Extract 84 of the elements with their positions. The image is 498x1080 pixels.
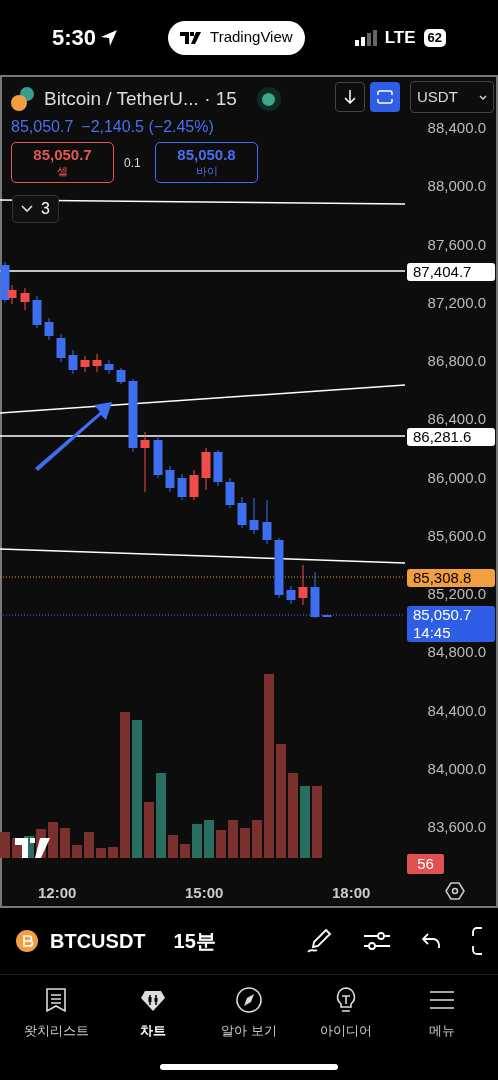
price-label: 86,000.0 [427,469,486,485]
interval-button[interactable]: 15분 [173,926,216,956]
logo-icon [15,838,50,858]
pen-icon[interactable] [306,928,332,954]
indicators-toggle[interactable]: 3 [12,195,59,223]
watchlist-icon [43,987,69,1013]
nav-tab[interactable]: 차트 [112,987,193,1041]
candle [189,469,199,501]
caret-icon [21,205,33,213]
candle [237,496,247,529]
price-label: 86,800.0 [427,353,486,368]
candle [213,449,223,487]
price-tag: 85,050.7 14:45 [407,606,495,642]
price-label: 87,200.0 [427,294,486,310]
undo-icon[interactable] [422,933,440,949]
nav-tab[interactable]: 아이디어 [305,987,386,1041]
symbol-title[interactable]: Bitcoin / TetherU... · 15 [44,85,237,114]
nav-tab[interactable]: 알아 보기 [209,987,289,1041]
status-time: 5:30 [52,24,97,52]
candle [262,499,272,545]
compass-icon [236,987,262,1013]
price-label: 84,400.0 [427,702,486,718]
time-label: 15:00 [185,885,224,900]
bitcoin-icon [16,930,38,952]
candle [286,585,296,605]
time-label: 18:00 [332,885,371,900]
candle [249,497,259,535]
candle [165,465,175,493]
candle [56,333,66,363]
price-label: 88,400.0 [427,120,486,135]
nav-tab[interactable]: 메뉴 [402,987,482,1041]
last-price: 85,050.7 [11,117,74,137]
price-change: −2,140.5 (−2.45%) [81,117,214,137]
spread-value: 0.1 [124,155,141,172]
candle [274,537,284,599]
candle [92,353,102,373]
candle [153,435,163,479]
price-label: 84,000.0 [427,760,486,776]
nav-tab[interactable]: 왓치리스트 [16,987,96,1041]
candle [20,287,30,311]
candle [104,359,114,375]
download-icon [344,90,356,104]
download-button[interactable] [335,82,365,112]
symbol-button[interactable]: BTCUSDT [50,926,146,956]
buy-button[interactable]: 85,050.8 바이 [155,142,258,183]
battery-icon: 62 [423,28,446,47]
price-tag: 86,281.6 [407,428,495,446]
candle [44,317,54,341]
candle [80,355,90,373]
candle [32,295,42,329]
price-label: 85,200.0 [427,586,486,601]
volume-tag: 56 [407,854,444,874]
price-label: 83,600.0 [427,819,486,834]
price-tag: 85,308.8 [407,569,495,587]
caret-icon [479,94,487,100]
candle [310,571,320,619]
time-label: 12:00 [38,885,77,900]
sell-button[interactable]: 85,050.7 셀 [11,142,114,183]
location-icon [100,28,119,47]
candle [201,447,211,491]
candle [322,614,332,618]
candle [68,349,78,375]
price-label: 85,600.0 [427,527,486,543]
candle [140,431,150,493]
signal-icon [354,29,377,46]
price-label: 84,800.0 [427,644,486,660]
network-label: LTE [384,26,416,49]
fullscreen-icon[interactable] [472,927,482,955]
price-label: 88,000.0 [427,178,486,194]
fullscreen-icon [377,90,393,104]
settings-icon[interactable] [445,882,465,900]
currency-dropdown[interactable]: USDT [410,81,494,113]
candle [116,367,126,385]
fullscreen-button[interactable] [370,82,400,112]
sliders-icon[interactable] [364,930,390,952]
candle [298,564,308,606]
logo-icon [180,31,203,44]
candle [177,473,187,501]
price-label: 87,600.0 [427,236,486,252]
app-pill[interactable]: TradingView [168,20,305,55]
price-label: 86,400.0 [427,411,486,427]
coin-pair-icon [10,86,36,113]
price-tag: 87,404.7 [407,263,495,281]
candle [225,477,235,509]
